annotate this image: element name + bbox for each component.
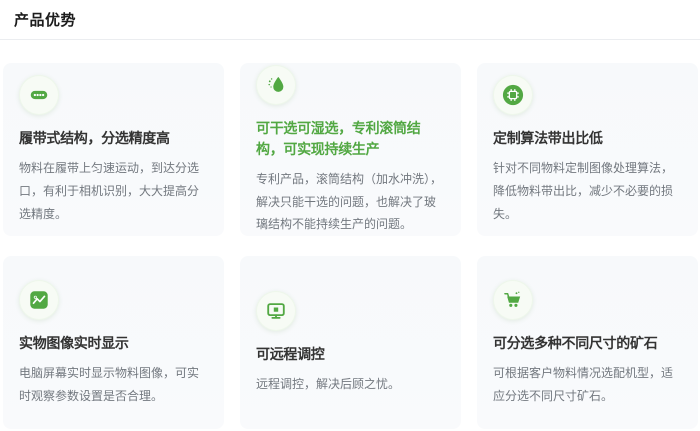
algorithm-chip-icon bbox=[493, 75, 533, 115]
card-title: 可远程调控 bbox=[256, 344, 445, 365]
ore-cart-icon bbox=[493, 280, 533, 320]
card-title: 可干选可湿选，专利滚筒结构，可实现持续生产 bbox=[256, 118, 445, 160]
feature-card-realtime-display: 实物图像实时显示 电脑屏幕实时显示物料图像，可实时观察参数设置是否合理。 bbox=[3, 256, 224, 429]
card-description: 针对不同物料定制图像处理算法，降低物料带出比，减少不必要的损失。 bbox=[493, 157, 682, 225]
feature-card-custom-algorithm: 定制算法带出比低 针对不同物料定制图像处理算法，降低物料带出比，减少不必要的损失… bbox=[477, 63, 698, 236]
feature-card-multi-size-ore: 可分选多种不同尺寸的矿石 可根据客户物料情况选配机型，适应分选不同尺寸矿石。 bbox=[477, 256, 698, 429]
remote-monitor-icon bbox=[256, 291, 296, 331]
card-title: 可分选多种不同尺寸的矿石 bbox=[493, 333, 682, 354]
card-description: 专利产品，滚筒结构（加水冲洗），解决只能干选的问题，也解决了玻璃结构不能持续生产… bbox=[256, 168, 445, 236]
card-description: 电脑屏幕实时显示物料图像，可实时观察参数设置是否合理。 bbox=[19, 362, 208, 408]
water-droplet-icon bbox=[256, 65, 296, 105]
track-belt-icon bbox=[19, 75, 59, 115]
page-title: 产品优势 bbox=[0, 0, 700, 40]
card-title: 定制算法带出比低 bbox=[493, 128, 682, 149]
feature-cards-grid: 履带式结构，分选精度高 物料在履带上匀速运动，到达分选口，有利于相机识别，大大提… bbox=[3, 63, 698, 429]
feature-card-track-structure: 履带式结构，分选精度高 物料在履带上匀速运动，到达分选口，有利于相机识别，大大提… bbox=[3, 63, 224, 236]
card-title: 实物图像实时显示 bbox=[19, 333, 208, 354]
realtime-chart-icon bbox=[19, 280, 59, 320]
card-title: 履带式结构，分选精度高 bbox=[19, 128, 208, 149]
feature-card-remote-control: 可远程调控 远程调控，解决后顾之忧。 bbox=[240, 256, 461, 429]
card-description: 物料在履带上匀速运动，到达分选口，有利于相机识别，大大提高分选精度。 bbox=[19, 157, 208, 225]
card-description: 可根据客户物料情况选配机型，适应分选不同尺寸矿石。 bbox=[493, 362, 682, 408]
feature-card-dry-wet-selection: 可干选可湿选，专利滚筒结构，可实现持续生产 专利产品，滚筒结构（加水冲洗），解决… bbox=[240, 63, 461, 236]
card-description: 远程调控，解决后顾之忧。 bbox=[256, 373, 445, 396]
